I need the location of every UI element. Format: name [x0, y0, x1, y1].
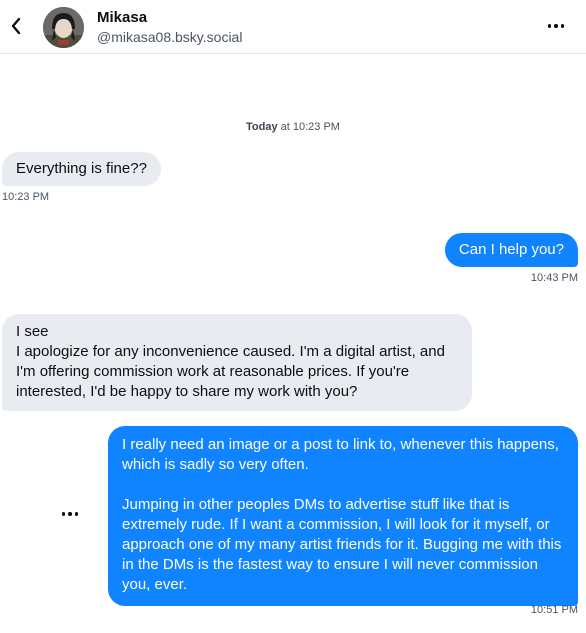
avatar[interactable]: [43, 7, 84, 48]
message-text: I really need an image or a post to link…: [122, 436, 559, 473]
conversation-more-button[interactable]: [542, 17, 570, 35]
back-button[interactable]: [6, 14, 26, 38]
message-text: I apologize for any inconvenience caused…: [16, 343, 445, 400]
contact-handle: @mikasa08.bsky.social: [97, 29, 243, 45]
contact-name[interactable]: Mikasa: [97, 9, 147, 26]
message-more-button[interactable]: [56, 506, 84, 522]
message-text: I see: [16, 323, 49, 340]
message-bubble-incoming[interactable]: I see I apologize for any inconvenience …: [2, 314, 472, 411]
date-day: Today: [246, 121, 278, 133]
date-time: at 10:23 PM: [280, 121, 340, 133]
message-bubble-incoming[interactable]: Everything is fine??: [2, 152, 161, 186]
more-horizontal-icon: [61, 512, 79, 516]
message-bubble-outgoing[interactable]: I really need an image or a post to link…: [108, 426, 578, 606]
more-horizontal-icon: [547, 24, 565, 28]
message-timestamp: 10:51 PM: [530, 604, 578, 616]
message-timestamp: 10:43 PM: [530, 272, 578, 284]
message-text: Jumping in other peoples DMs to advertis…: [122, 496, 562, 593]
message-text: Everything is fine??: [16, 160, 147, 177]
chevron-left-icon: [11, 17, 21, 35]
conversation-header: Mikasa @mikasa08.bsky.social: [0, 0, 586, 54]
message-timestamp: 10:23 PM: [2, 191, 50, 203]
date-separator: Today at 10:23 PM: [0, 121, 586, 133]
message-bubble-outgoing[interactable]: Can I help you?: [444, 233, 578, 267]
message-text: Can I help you?: [458, 241, 564, 258]
paragraph-spacer: [122, 475, 564, 495]
